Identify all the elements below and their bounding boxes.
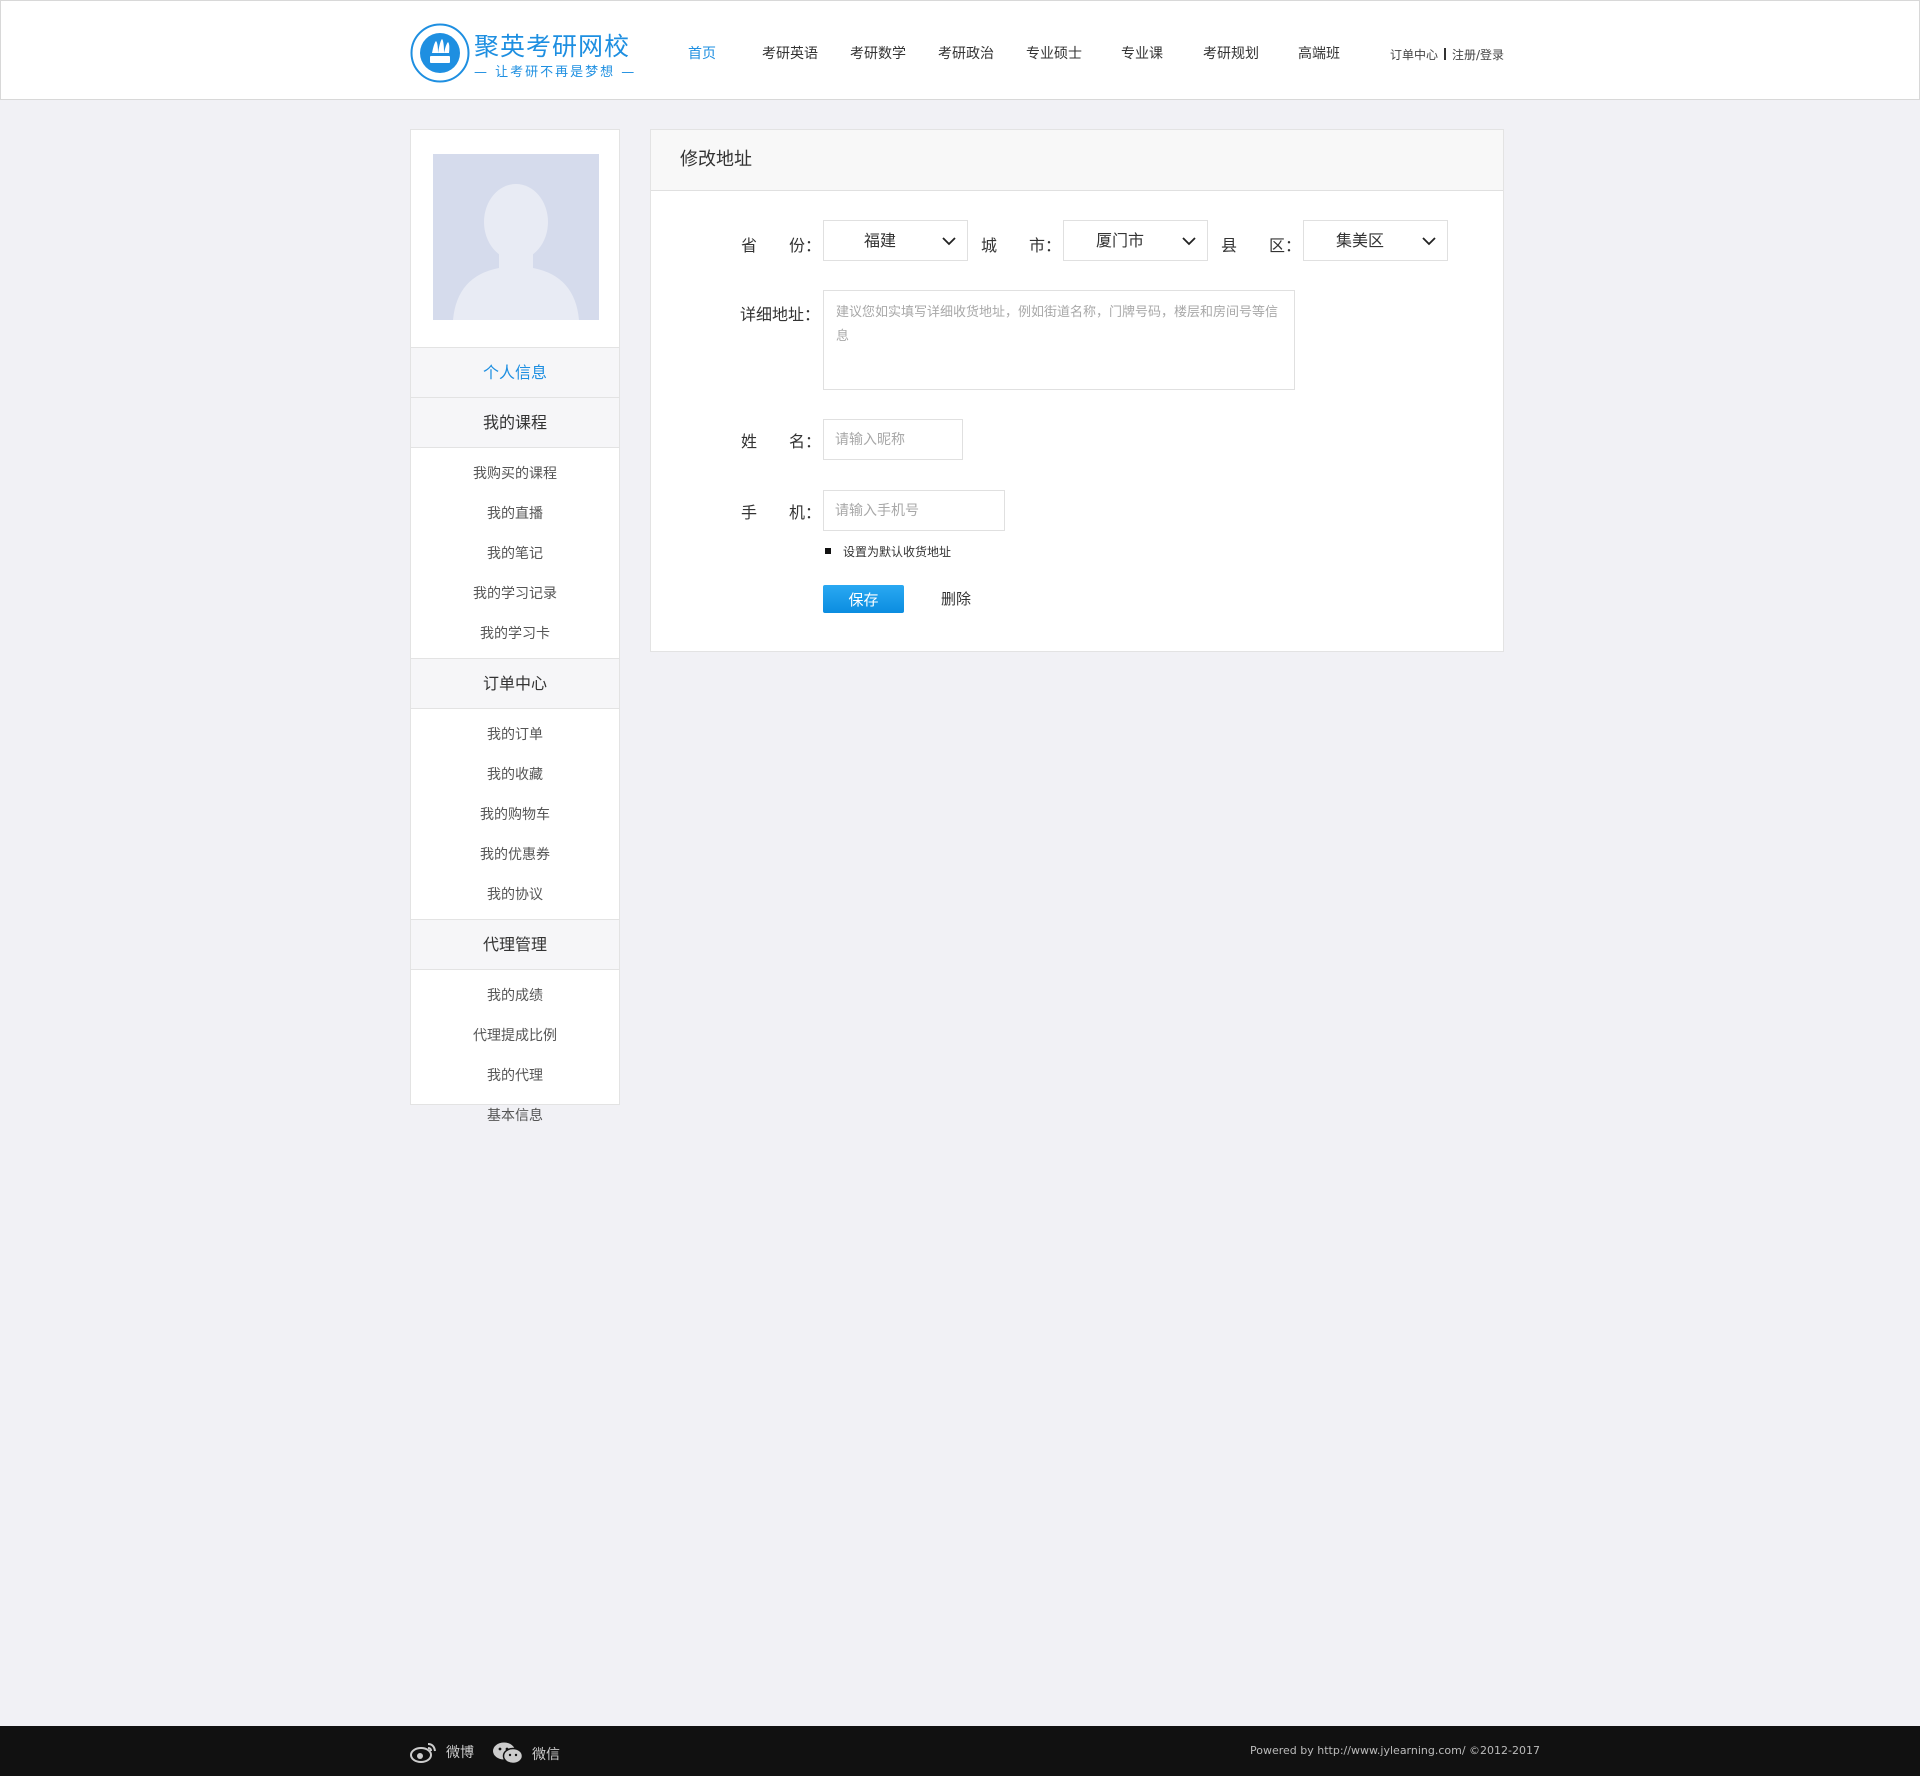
sidebar-item-study-records[interactable]: 我的学习记录 [411, 574, 619, 614]
sidebar-item-agreements[interactable]: 我的协议 [411, 875, 619, 915]
panel-title: 修改地址 [651, 130, 1503, 191]
edit-address-panel: 修改地址 省 份： 福建 城 市： 厦门市 县 区： 集美区 详细地址： 姓 名… [650, 129, 1504, 652]
phone-input[interactable] [823, 490, 1005, 531]
sidebar-item-my-orders[interactable]: 我的订单 [411, 715, 619, 755]
wechat-label: 微信 [532, 1747, 560, 1763]
default-address-label: 设置为默认收货地址 [843, 545, 952, 559]
city-select[interactable]: 厦门市 [1063, 220, 1208, 261]
city-select-value: 厦门市 [1095, 231, 1144, 250]
nav-item-home[interactable]: 首页 [688, 43, 716, 63]
nav-item-math[interactable]: 考研数学 [850, 43, 906, 63]
divider [1444, 48, 1447, 60]
weibo-label: 微博 [446, 1745, 474, 1761]
nav-item-premium[interactable]: 高端班 [1298, 43, 1340, 63]
sidebar-item-live[interactable]: 我的直播 [411, 494, 619, 534]
nav-item-english[interactable]: 考研英语 [762, 43, 818, 63]
sidebar-item-my-agents[interactable]: 我的代理 [411, 1056, 619, 1096]
sidebar-item-study-card[interactable]: 我的学习卡 [411, 614, 619, 654]
chevron-down-icon [1422, 237, 1436, 246]
sidebar-section-agent[interactable]: 代理管理 [411, 920, 619, 970]
sidebar-item-basic-info[interactable]: 基本信息 [411, 1096, 619, 1136]
site-footer: 微博 微信 Powered by http://www.jylearning.c… [0, 1726, 1920, 1776]
order-center-link[interactable]: 订单中心 [1390, 48, 1438, 62]
county-label-char: 县 [1221, 236, 1238, 255]
top-links: 订单中心 注册/登录 [1390, 46, 1504, 63]
name-label-suffix: 名： [789, 432, 822, 451]
user-sidebar: 个人信息 我的课程 我购买的课程 我的直播 我的笔记 我的学习记录 我的学习卡 … [410, 129, 620, 1124]
weibo-icon [410, 1743, 436, 1763]
sidebar-list-courses: 我购买的课程 我的直播 我的笔记 我的学习记录 我的学习卡 [411, 448, 619, 659]
province-select-value: 福建 [863, 231, 896, 250]
sidebar-list-orders: 我的订单 我的收藏 我的购物车 我的优惠券 我的协议 [411, 709, 619, 920]
nav-item-professional-master[interactable]: 专业硕士 [1026, 43, 1082, 63]
chevron-down-icon [942, 237, 956, 246]
province-label-char: 省 [741, 236, 758, 255]
delete-button[interactable]: 删除 [941, 588, 971, 609]
copyright-text: Powered by http://www.jylearning.com/ ©2… [1250, 1744, 1541, 1757]
phone-label-char: 手 [741, 503, 758, 522]
sidebar-item-scores[interactable]: 我的成绩 [411, 976, 619, 1016]
sidebar-section-orders[interactable]: 订单中心 [411, 659, 619, 709]
address-textarea[interactable] [823, 290, 1295, 390]
county-label-suffix: 区： [1269, 236, 1302, 255]
main-nav: 首页 考研英语 考研数学 考研政治 专业硕士 专业课 考研规划 高端班 [1, 1, 1919, 101]
default-address-checkbox[interactable]: 设置为默认收货地址 [825, 543, 951, 560]
sidebar-item-notes[interactable]: 我的笔记 [411, 534, 619, 574]
sidebar-item-favorites[interactable]: 我的收藏 [411, 755, 619, 795]
weibo-link[interactable]: 微博 [410, 1741, 474, 1763]
wechat-link[interactable]: 微信 [492, 1741, 560, 1765]
nav-item-planning[interactable]: 考研规划 [1203, 43, 1259, 63]
province-label-suffix: 份： [789, 236, 822, 255]
sidebar-item-cart[interactable]: 我的购物车 [411, 795, 619, 835]
sidebar-item-purchased-courses[interactable]: 我购买的课程 [411, 454, 619, 494]
sidebar-item-coupons[interactable]: 我的优惠券 [411, 835, 619, 875]
city-label-char: 城 [981, 236, 998, 255]
save-button[interactable]: 保存 [823, 585, 904, 613]
sidebar-list-agent: 我的成绩 代理提成比例 我的代理 基本信息 [411, 970, 619, 1140]
county-select-value: 集美区 [1335, 231, 1384, 250]
phone-label-suffix: 机： [789, 503, 822, 522]
county-select[interactable]: 集美区 [1303, 220, 1448, 261]
avatar-placeholder-icon [433, 154, 599, 320]
checkbox-icon[interactable] [825, 548, 831, 554]
avatar-section [411, 130, 619, 348]
login-link[interactable]: 注册/登录 [1452, 48, 1504, 62]
avatar[interactable] [433, 154, 599, 320]
wechat-icon [493, 1742, 524, 1765]
address-label: 详细地址： [740, 305, 821, 324]
name-label-char: 姓 [741, 432, 758, 451]
site-header: 聚英考研网校 — 让考研不再是梦想 — 首页 考研英语 考研数学 考研政治 专业… [0, 0, 1920, 100]
chevron-down-icon [1182, 237, 1196, 246]
nav-item-politics[interactable]: 考研政治 [938, 43, 994, 63]
province-select[interactable]: 福建 [823, 220, 968, 261]
sidebar-personal-info[interactable]: 个人信息 [411, 348, 619, 398]
city-label-suffix: 市： [1029, 236, 1062, 255]
name-input[interactable] [823, 419, 963, 460]
sidebar-section-courses[interactable]: 我的课程 [411, 398, 619, 448]
sidebar-item-commission-rate[interactable]: 代理提成比例 [411, 1016, 619, 1056]
nav-item-major-course[interactable]: 专业课 [1121, 43, 1163, 63]
